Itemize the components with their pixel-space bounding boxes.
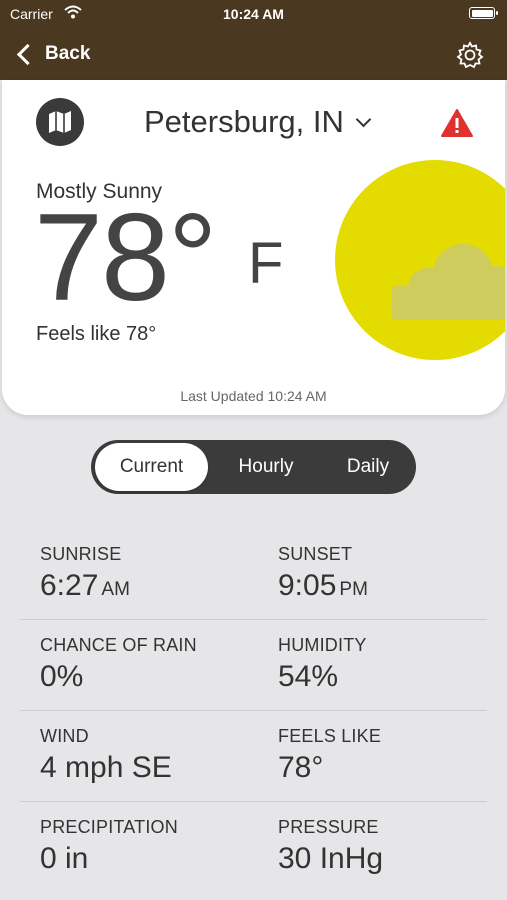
status-time: 10:24 AM <box>223 6 284 22</box>
humidity-value: 54% <box>278 660 339 693</box>
divider <box>20 619 487 620</box>
location-selector[interactable]: Petersburg, IN <box>144 104 372 140</box>
precipitation-label: PRECIPITATION <box>40 817 178 837</box>
sunset-value: 9:05 PM <box>278 569 368 603</box>
pressure-cell: PRESSURE 30 InHg <box>278 817 383 876</box>
wind-label: WIND <box>40 726 89 746</box>
details-row: WIND 4 mph SE FEELS LIKE 78° <box>20 712 487 802</box>
divider <box>20 801 487 802</box>
wind-cell: WIND 4 mph SE <box>40 726 172 785</box>
details-row: SUNRISE 6:27 AM SUNSET 9:05 PM <box>20 530 487 620</box>
sunset-suffix: PM <box>339 579 368 600</box>
feels-like-text: Feels like 78° <box>36 323 157 345</box>
navigation-bar: Back <box>0 28 507 80</box>
map-icon <box>49 111 71 133</box>
sunrise-value: 6:27 AM <box>40 569 130 603</box>
temperature-value: 78° <box>34 189 218 327</box>
details-row: PRECIPITATION 0 in PRESSURE 30 InHg <box>20 803 487 893</box>
back-label: Back <box>45 43 91 64</box>
sunrise-label: SUNRISE <box>40 544 122 564</box>
precipitation-cell: PRECIPITATION 0 in <box>40 817 178 876</box>
sunset-label: SUNSET <box>278 544 353 564</box>
location-name: Petersburg, IN <box>144 104 344 139</box>
current-weather-card: Petersburg, IN Mostly Sunny 78° F Feels … <box>2 80 505 415</box>
feels-like-value: 78° <box>278 751 324 784</box>
humidity-label: HUMIDITY <box>278 635 367 655</box>
tab-hourly[interactable]: Hourly <box>211 440 321 494</box>
warning-icon[interactable] <box>440 108 474 138</box>
chance-of-rain-cell: CHANCE OF RAIN 0% <box>40 635 197 694</box>
map-button[interactable] <box>36 98 84 146</box>
battery-icon <box>469 7 498 19</box>
forecast-tabs: Current Hourly Daily <box>91 440 416 494</box>
divider <box>20 710 487 711</box>
details-row: CHANCE OF RAIN 0% HUMIDITY 54% <box>20 621 487 711</box>
chevron-down-icon <box>355 111 372 127</box>
sunrise-time: 6:27 <box>40 569 99 602</box>
last-updated-text: Last Updated 10:24 AM <box>180 388 327 404</box>
pressure-value: 30 InHg <box>278 842 384 875</box>
pressure-label: PRESSURE <box>278 817 379 837</box>
feels-like-cell: FEELS LIKE 78° <box>278 726 381 785</box>
sunset-time: 9:05 <box>278 569 337 602</box>
sunrise-cell: SUNRISE 6:27 AM <box>40 544 130 603</box>
chance-of-rain-label: CHANCE OF RAIN <box>40 635 197 655</box>
sunset-cell: SUNSET 9:05 PM <box>278 544 368 603</box>
gear-icon[interactable] <box>455 40 485 70</box>
feels-like-label: FEELS LIKE <box>278 726 382 746</box>
cloud-icon <box>388 236 505 322</box>
temperature-unit: F <box>248 231 284 296</box>
precipitation-value: 0 in <box>40 842 89 875</box>
tab-current[interactable]: Current <box>95 443 208 491</box>
back-button[interactable]: Back <box>14 40 90 68</box>
tab-daily[interactable]: Daily <box>323 440 413 494</box>
humidity-cell: HUMIDITY 54% <box>278 635 367 694</box>
chevron-left-icon <box>16 43 39 65</box>
chance-of-rain-value: 0% <box>40 660 84 693</box>
status-bar: Carrier 10:24 AM <box>0 0 507 28</box>
wind-value: 4 mph SE <box>40 751 172 784</box>
sunrise-suffix: AM <box>101 579 130 600</box>
